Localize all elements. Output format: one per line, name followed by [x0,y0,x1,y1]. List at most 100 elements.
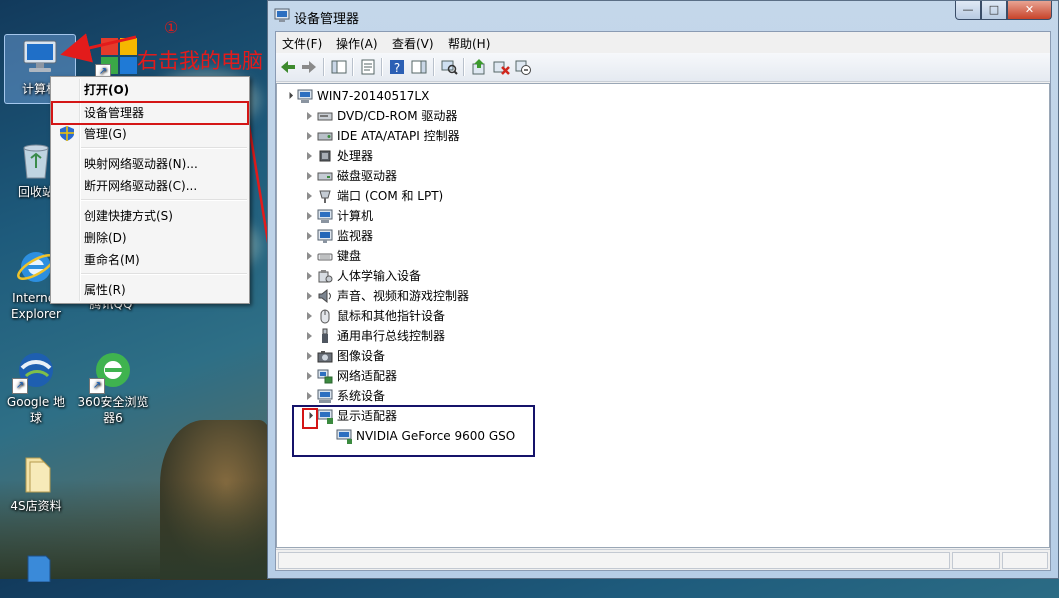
menu-item-label: 断开网络驱动器(C)... [84,179,198,193]
menu-item-manage[interactable]: 管理(G) [53,124,247,144]
desktop-icon-google-earth[interactable]: ↗ Google 地球 [1,348,71,426]
expand-toggle-icon[interactable] [307,132,312,140]
menu-item-label: 创建快捷方式(S) [84,209,173,223]
toolbar-separator [433,58,435,76]
expand-toggle-icon[interactable] [307,292,312,300]
expand-toggle-icon[interactable] [307,212,312,220]
uninstall-icon[interactable] [492,58,510,76]
disk-drive-icon [317,172,333,181]
menu-item-label: 映射网络驱动器(N)... [84,157,198,171]
expand-toggle-icon[interactable] [307,392,312,400]
computer-icon [18,35,62,79]
computer-icon [297,89,313,103]
expand-toggle-icon[interactable] [307,172,312,180]
menu-item-rename[interactable]: 重命名(M) [53,250,247,270]
tree-category-label: 处理器 [337,149,374,163]
port-icon [319,190,331,203]
desktop-icon-360-browser[interactable]: ↗ 360安全浏览器6 [77,348,149,426]
console-tree-icon[interactable] [330,58,348,76]
menu-item-delete[interactable]: 删除(D) [53,228,247,248]
update-driver-icon[interactable] [470,58,488,76]
tree-category-label: IDE ATA/ATAPI 控制器 [337,129,460,143]
tree-category-label: 通用串行总线控制器 [337,329,446,343]
window-client-area: 文件(F) 操作(A) 查看(V) 帮助(H) ? WIN7-20140517L… [275,31,1051,571]
collapse-toggle-icon[interactable] [285,91,294,100]
toolbar-separator [463,58,465,76]
expand-toggle-icon[interactable] [307,352,312,360]
window-controls: — □ ✕ [955,1,1052,21]
folder-icon [14,452,58,496]
hid-icon [318,270,333,283]
system-device-icon [317,389,333,403]
desktop-icon-label: Google 地球 [6,395,66,425]
tree-category-label: 监视器 [337,229,374,243]
menu-item-create-shortcut[interactable]: 创建快捷方式(S) [53,206,247,226]
toolbar-separator [381,58,383,76]
action-pane-icon[interactable] [410,58,428,76]
device-manager-window: 设备管理器 — □ ✕ 文件(F) 操作(A) 查看(V) 帮助(H) ? WI… [267,0,1059,579]
window-title: 设备管理器 [294,12,360,27]
menu-file[interactable]: 文件(F) [282,35,322,52]
expand-toggle-icon[interactable] [307,112,312,120]
tree-category-label: 系统设备 [337,389,386,403]
maximize-button[interactable]: □ [981,1,1007,20]
menu-item-disconnect-network-drive[interactable]: 断开网络驱动器(C)... [53,176,247,196]
menu-separator [81,273,247,275]
minimize-button[interactable]: — [955,1,981,20]
keyboard-icon [317,253,333,261]
tree-category-label: 计算机 [337,209,374,223]
menu-separator [81,147,247,149]
menu-help[interactable]: 帮助(H) [448,35,490,52]
toolbar-separator [352,58,354,76]
disable-icon[interactable] [514,58,532,76]
back-arrow-icon[interactable] [279,58,297,76]
expand-toggle-icon[interactable] [307,272,312,280]
expand-toggle-icon[interactable] [307,312,312,320]
tree-root-label: WIN7-20140517LX [317,89,430,103]
toolbar-separator [323,58,325,76]
tree-category-label: 鼠标和其他指针设备 [337,309,446,323]
forward-arrow-icon[interactable] [300,58,318,76]
menu-item-properties[interactable]: 属性(R) [53,280,247,300]
svg-text:?: ? [394,61,400,75]
properties-icon[interactable] [359,58,377,76]
app-icon [14,552,58,596]
status-pane [952,552,1000,569]
desktop-icon-folder[interactable]: 4S店资料 [1,452,71,514]
monitor-icon [317,229,333,243]
imaging-icon [317,351,333,363]
expand-toggle-icon[interactable] [307,192,312,200]
desktop-icon-app[interactable] [1,552,71,598]
menu-view[interactable]: 查看(V) [392,35,434,52]
processor-icon [319,150,331,162]
desktop-icon-label: 360安全浏览器6 [77,395,149,425]
help-icon[interactable]: ? [388,58,406,76]
expand-toggle-icon[interactable] [307,372,312,380]
menu-action[interactable]: 操作(A) [336,35,378,52]
expand-toggle-icon[interactable] [307,152,312,160]
tree-category-label: 网络适配器 [337,369,398,383]
sound-icon [318,288,331,304]
scan-hardware-icon[interactable] [440,58,458,76]
menu-item-open[interactable]: 打开(O) [53,80,247,100]
menu-item-map-network-drive[interactable]: 映射网络驱动器(N)... [53,154,247,174]
menu-item-device-manager[interactable]: 设备管理器 [51,101,249,125]
360-browser-icon: ↗ [89,348,135,394]
title-bar[interactable]: 设备管理器 — □ ✕ [268,1,1058,31]
tree-category-label: DVD/CD-ROM 驱动器 [337,109,458,123]
shortcut-arrow-icon: ↗ [12,378,28,394]
expand-toggle-icon[interactable] [307,232,312,240]
expand-toggle-icon[interactable] [307,332,312,340]
device-tree: WIN7-20140517LX DVD/CD-ROM 驱动器 IDE ATA/AT… [276,83,1050,548]
menu-item-label: 重命名(M) [84,253,140,267]
menu-item-label: 打开(O) [84,83,130,97]
tree-category-label: 人体学输入设备 [337,269,422,283]
device-manager-icon [274,8,290,22]
expand-toggle-icon[interactable] [307,252,312,260]
context-menu: 打开(O) 设备管理器 管理(G) 映射网络驱动器(N)... 断开网络驱动器(… [50,76,250,304]
shield-icon [60,126,74,141]
qq-icon: ↗ [95,34,141,80]
menu-item-label: 属性(R) [84,283,126,297]
close-button[interactable]: ✕ [1007,1,1052,20]
tree-category-label: 端口 (COM 和 LPT) [337,189,444,203]
